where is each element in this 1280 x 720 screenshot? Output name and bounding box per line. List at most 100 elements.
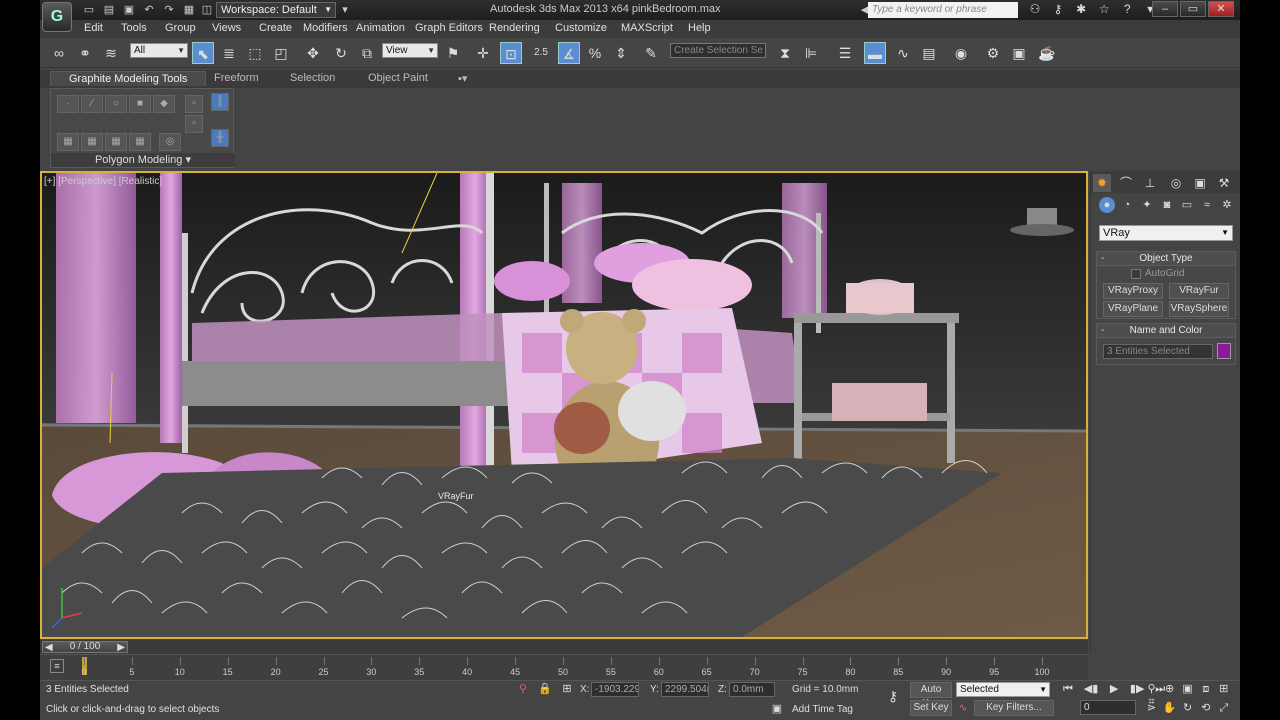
border-mode-icon[interactable]: ○ (105, 95, 127, 113)
vrayfur-button[interactable]: VRayFur (1169, 283, 1229, 299)
maximize-button[interactable]: ▭ (1180, 1, 1206, 17)
curve-editor-icon[interactable]: ∿ (892, 42, 914, 64)
zoom-icon[interactable]: ⚲ (1144, 682, 1159, 695)
previous-modifier-icon[interactable]: ▦ (81, 133, 103, 151)
redo-icon[interactable]: ↷ (162, 3, 176, 17)
modify-mode-icon[interactable]: ▦ (57, 133, 79, 151)
perspective-viewport[interactable]: [+] [Perspective] [Realistic] VRayFur (40, 171, 1088, 639)
save-file-icon[interactable]: ▣ (122, 3, 136, 17)
maximize-viewport-icon[interactable]: ⤢ (1216, 702, 1231, 715)
window-crossing-icon[interactable]: ◰ (270, 42, 292, 64)
space-warps-icon[interactable]: ≈ (1199, 197, 1215, 213)
select-and-rotate-icon[interactable]: ↻ (330, 42, 352, 64)
field-of-view-icon[interactable]: ⋗ (1144, 701, 1159, 714)
time-tag-icon[interactable]: ▣ (770, 702, 784, 716)
menu-rendering[interactable]: Rendering (489, 22, 540, 34)
layer-manager-icon[interactable]: ☰ (834, 42, 856, 64)
align-icon[interactable]: ⊫ (800, 42, 822, 64)
use-displace-icon[interactable]: ╫ (211, 129, 229, 147)
pivot-point-center-icon[interactable]: ⚑ (442, 42, 464, 64)
ribbon-options-icon[interactable]: ▪▾ (458, 72, 467, 85)
modify-panel-icon[interactable]: ⌒ (1117, 174, 1135, 192)
rectangular-selection-icon[interactable]: ⬚ (244, 42, 266, 64)
selection-filter-dropdown[interactable]: All ▼ (130, 43, 188, 58)
vraysphere-button[interactable]: VRaySphere (1169, 301, 1229, 317)
create-panel-icon[interactable]: ✹ (1093, 174, 1111, 192)
communication-center-icon[interactable]: ✱ (1071, 2, 1091, 16)
vrayplane-button[interactable]: VRayPlane (1103, 301, 1163, 317)
project-folder-icon[interactable]: ◫ (200, 3, 214, 17)
toggle-command-mode-icon[interactable]: ▫ (185, 115, 203, 133)
menu-graph-editors[interactable]: Graph Editors (415, 22, 483, 34)
render-setup-icon[interactable]: ⚙ (982, 42, 1004, 64)
object-name-field[interactable]: 3 Entities Selected (1103, 344, 1213, 359)
tab-freeform[interactable]: Freeform (214, 72, 259, 84)
z-coordinate-field[interactable]: 0.0mm (729, 682, 775, 697)
element-mode-icon[interactable]: ◆ (153, 95, 175, 113)
zoom-extents-all-icon[interactable]: ⧈ (1198, 683, 1213, 696)
render-production-icon[interactable]: ☕ (1036, 42, 1058, 64)
geometry-icon[interactable]: ● (1099, 197, 1115, 213)
reference-coordinate-dropdown[interactable]: View ▼ (382, 43, 438, 58)
quick-access-menu-icon[interactable]: ▾ (338, 3, 352, 17)
menu-customize[interactable]: Customize (555, 22, 607, 34)
key-mode-dropdown[interactable]: Selected ▼ (956, 682, 1050, 697)
walkthrough-icon[interactable]: ⟲ (1198, 701, 1213, 714)
lights-icon[interactable]: ✦ (1139, 197, 1155, 213)
menu-edit[interactable]: Edit (84, 22, 103, 34)
tab-selection[interactable]: Selection (290, 72, 335, 84)
autogrid-check-box[interactable] (1131, 269, 1141, 279)
select-by-name-icon[interactable]: ≣ (218, 42, 240, 64)
unlink-icon[interactable]: ⚭ (74, 42, 96, 64)
name-and-color-rollout-header[interactable]: - Name and Color (1097, 324, 1235, 338)
select-object-icon[interactable]: ⬉ (192, 42, 214, 64)
viewport-shading-label[interactable]: [Realistic] (119, 176, 162, 187)
set-key-button[interactable]: Set Key (910, 700, 952, 716)
undo-icon[interactable]: ↶ (142, 3, 156, 17)
search-input[interactable]: Type a keyword or phrase (868, 2, 1018, 18)
show-end-result-icon[interactable]: ◎ (159, 133, 181, 151)
vertex-mode-icon[interactable]: · (57, 95, 79, 113)
menu-maxscript[interactable]: MAXScript (621, 22, 673, 34)
named-selection-set-field[interactable]: Create Selection Se (670, 43, 766, 58)
preserve-uvs-icon[interactable]: ▦ (129, 133, 151, 151)
collapse-stack-icon[interactable]: ║ (211, 93, 229, 111)
x-coordinate-field[interactable]: -1903.229r (591, 682, 639, 697)
vrayproxy-button[interactable]: VRayProxy (1103, 283, 1163, 299)
menu-animation[interactable]: Animation (356, 22, 405, 34)
previous-key-icon[interactable]: ◀▮ (1081, 682, 1101, 695)
pan-view-icon[interactable]: ✋ (1162, 701, 1177, 714)
zoom-extents-icon[interactable]: ▣ (1180, 682, 1195, 695)
set-key-mode-icon[interactable]: ⚷ (882, 689, 904, 703)
next-modifier-icon[interactable]: ▦ (105, 133, 127, 151)
go-to-start-icon[interactable]: ⏮ (1058, 683, 1078, 696)
keyboard-shortcut-override-icon[interactable]: ⊡ (500, 42, 522, 64)
isolate-selection-icon[interactable]: ⚲ (516, 682, 530, 696)
mirror-icon[interactable]: ⧗ (774, 42, 796, 64)
hierarchy-panel-icon[interactable]: ⊥ (1141, 174, 1159, 192)
material-editor-icon[interactable]: ◉ (950, 42, 972, 64)
select-and-manipulate-icon[interactable]: ✛ (472, 42, 494, 64)
menu-help[interactable]: Help (688, 22, 711, 34)
motion-panel-icon[interactable]: ◎ (1167, 174, 1185, 192)
current-frame-field[interactable]: 0 (1080, 700, 1136, 715)
new-file-icon[interactable]: ▭ (82, 3, 96, 17)
key-filters-button[interactable]: Key Filters... (974, 700, 1054, 716)
angle-snap-icon[interactable]: ∡ (558, 42, 580, 64)
hold-icon[interactable]: ▦ (182, 3, 196, 17)
favorites-star-icon[interactable]: ☆ (1094, 2, 1114, 16)
polygon-modeling-dropdown[interactable]: Polygon Modeling ▾ (51, 153, 235, 167)
rendered-frame-window-icon[interactable]: ▣ (1008, 42, 1030, 64)
helpers-icon[interactable]: ▭ (1179, 197, 1195, 213)
selection-lock-icon[interactable]: 🔒 (538, 682, 552, 696)
object-type-rollout-header[interactable]: - Object Type (1097, 252, 1235, 266)
orbit-icon[interactable]: ↻ (1180, 701, 1195, 714)
previous-frame-icon[interactable]: ◀ (45, 643, 53, 653)
help-icon[interactable]: ? (1117, 2, 1137, 16)
open-file-icon[interactable]: ▤ (102, 3, 116, 17)
menu-group[interactable]: Group (165, 22, 196, 34)
viewport-menu-label[interactable]: [+] (44, 176, 55, 187)
auto-key-button[interactable]: Auto Key (910, 682, 952, 709)
y-coordinate-field[interactable]: 2299.504r (661, 682, 709, 697)
viewport-label[interactable]: [+] [Perspective] [Realistic] (44, 176, 162, 187)
